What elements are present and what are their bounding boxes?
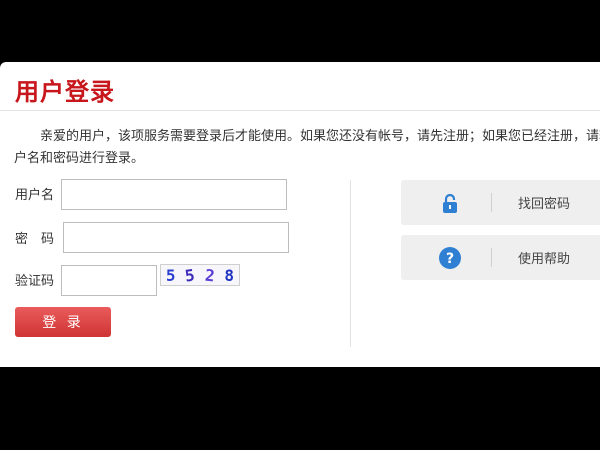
help-label: 使用帮助 — [518, 252, 571, 267]
login-panel: 用户登录 亲爱的用户，该项服务需要登录后才能使用。如果您还没有帐号，请先注册；如… — [0, 62, 600, 367]
captcha-digit: 8 — [224, 265, 235, 285]
lock-icon — [443, 193, 457, 213]
question-icon: ? — [439, 247, 461, 269]
captcha-digit: 2 — [203, 265, 216, 285]
username-input[interactable] — [61, 179, 287, 210]
password-input[interactable] — [63, 222, 289, 253]
captcha-digit: 5 — [184, 264, 197, 286]
captcha-image[interactable]: 5 5 2 8 — [160, 264, 240, 286]
login-button[interactable]: 登 录 — [15, 307, 111, 337]
captcha-input[interactable] — [61, 265, 157, 296]
intro-text: 亲爱的用户，该项服务需要登录后才能使用。如果您还没有帐号，请先注册；如果您已经注… — [14, 129, 600, 166]
svg-text:?: ? — [446, 251, 454, 267]
forgot-password-button[interactable]: 找回密码 — [401, 180, 600, 225]
password-label: 密 码 — [15, 232, 55, 247]
help-button[interactable]: ? 使用帮助 — [401, 235, 600, 280]
captcha-label: 验证码 — [15, 274, 55, 289]
button-separator — [491, 193, 492, 212]
page-title: 用户登录 — [15, 78, 115, 106]
username-label: 用户名 — [15, 188, 55, 203]
vertical-divider — [350, 180, 351, 347]
captcha-digit: 5 — [165, 265, 176, 285]
title-divider — [0, 110, 600, 111]
button-separator — [491, 248, 492, 267]
forgot-password-label: 找回密码 — [518, 197, 571, 212]
